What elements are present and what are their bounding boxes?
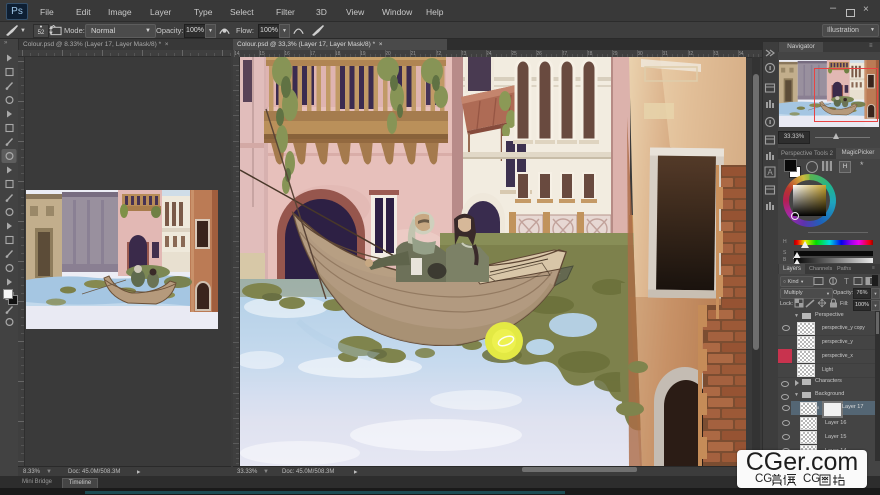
svg-text:T: T [844,277,849,286]
svg-text:A: A [767,168,773,177]
